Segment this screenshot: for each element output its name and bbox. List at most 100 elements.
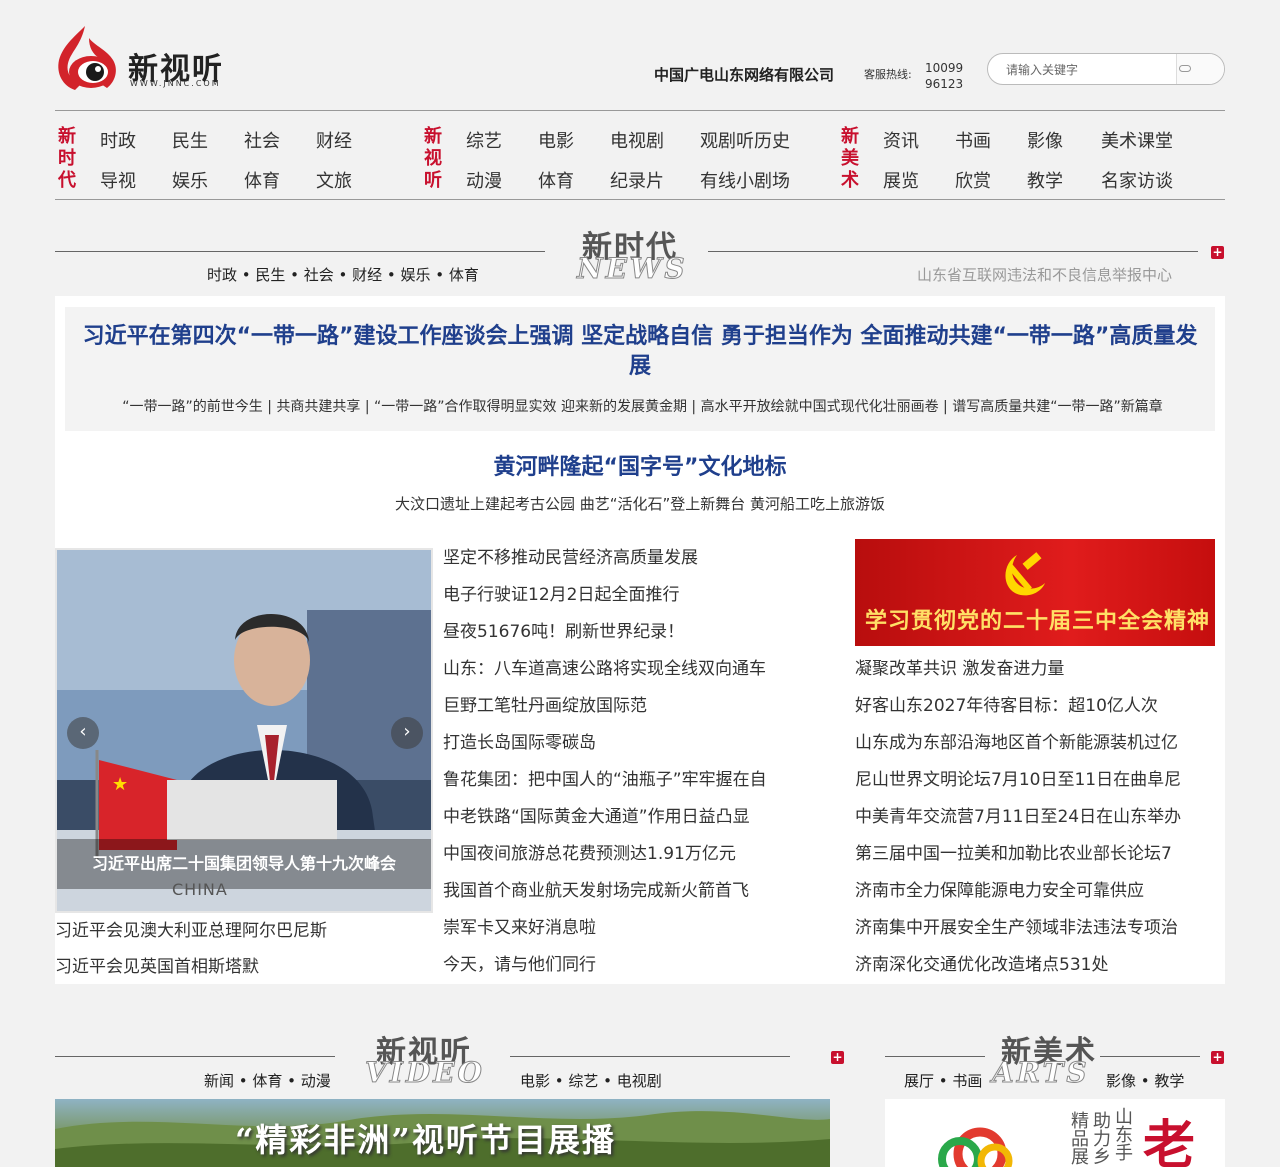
nav-item-wenlv[interactable]: 文旅 bbox=[316, 167, 352, 193]
news-section-subtitle: NEWS bbox=[577, 252, 688, 286]
news-heading-line-right bbox=[708, 251, 1198, 252]
nav-group-title-video[interactable]: 新视听 bbox=[421, 126, 445, 192]
video-heading-line-right bbox=[510, 1056, 790, 1057]
nav-item-yule[interactable]: 娱乐 bbox=[172, 167, 208, 193]
arts-more-plus-icon[interactable]: + bbox=[1211, 1051, 1224, 1064]
news-section-categories[interactable]: 时政 • 民生 • 社会 • 财经 • 娱乐 • 体育 bbox=[207, 264, 479, 285]
arts-heading-line-left bbox=[885, 1056, 985, 1057]
nav-item-tiyu[interactable]: 体育 bbox=[244, 167, 280, 193]
nav-item-meishuketang[interactable]: 美术课堂 bbox=[1101, 127, 1173, 153]
party-study-banner[interactable]: 学习贯彻党的二十届三中全会精神 bbox=[855, 539, 1215, 646]
list-item[interactable]: 山东成为东部沿海地区首个新能源装机过亿 bbox=[855, 725, 1210, 762]
nav-item-jiaoxue[interactable]: 教学 bbox=[1027, 167, 1063, 193]
nav-item-shehui[interactable]: 社会 bbox=[244, 127, 280, 153]
nav-item-dianshiju[interactable]: 电视剧 bbox=[610, 127, 664, 153]
nav-group-title-arts[interactable]: 新美术 bbox=[838, 126, 862, 192]
search-box bbox=[987, 53, 1225, 85]
arts-cats-right[interactable]: 影像 • 教学 bbox=[1106, 1070, 1184, 1091]
slider-flag-text: CHINA bbox=[172, 880, 228, 899]
middle-news-list: 坚定不移推动民营经济高质量发展 电子行驶证12月2日起全面推行 昼夜51676吨… bbox=[443, 540, 818, 984]
hotline-label: 客服热线: bbox=[864, 68, 912, 81]
top-headline[interactable]: 习近平在第四次“一带一路”建设工作座谈会上强调 坚定战略自信 勇于担当作为 全面… bbox=[75, 322, 1205, 382]
search-input[interactable] bbox=[1006, 60, 1166, 80]
nav-item-minsheng[interactable]: 民生 bbox=[172, 127, 208, 153]
video-heading-line-left bbox=[55, 1056, 335, 1057]
slider-caption[interactable]: 习近平出席二十国集团领导人第十九次峰会 bbox=[57, 839, 431, 889]
list-item[interactable]: 电子行驶证12月2日起全面推行 bbox=[443, 577, 818, 614]
arts-poster-text-3: 精品展 bbox=[1071, 1111, 1089, 1167]
logo-flame-icon bbox=[58, 26, 116, 90]
banner-text: 学习贯彻党的二十届三中全会精神 bbox=[865, 608, 1211, 634]
list-item[interactable]: 昼夜51676吨！刷新世界纪录！ bbox=[443, 614, 818, 651]
left-news-list: 习近平会见澳大利亚总理阿尔巴尼斯 习近平会见英国首相斯塔默 bbox=[55, 913, 433, 985]
nav-item-mingjiafangtan[interactable]: 名家访谈 bbox=[1101, 167, 1173, 193]
nav-item-zongyi[interactable]: 综艺 bbox=[466, 127, 502, 153]
arts-section-subtitle: ARTS bbox=[992, 1056, 1090, 1090]
nav-item-youxianxiaojuchang[interactable]: 有线小剧场 bbox=[700, 167, 790, 193]
nav-bottom-divider bbox=[55, 199, 1225, 200]
list-item[interactable]: 习近平会见英国首相斯塔默 bbox=[55, 949, 433, 985]
list-item[interactable]: 凝聚改革共识 激发奋进力量 bbox=[855, 651, 1210, 688]
nav-item-dongman[interactable]: 动漫 bbox=[466, 167, 502, 193]
hotline-numbers: 10099 96123 bbox=[925, 60, 963, 92]
video-banner-title: “精彩非洲”视听节目展播 bbox=[235, 1121, 616, 1159]
news-more-plus-icon[interactable]: + bbox=[1211, 246, 1224, 259]
list-item[interactable]: 我国首个商业航天发射场完成新火箭首飞 bbox=[443, 873, 818, 910]
photo-slider[interactable]: ★ ‹ › 习近平出席二十国集团领导人第十九次峰会 CHINA bbox=[55, 548, 433, 913]
report-center-link[interactable]: 山东省互联网违法和不良信息举报中心 bbox=[917, 264, 1172, 285]
list-item[interactable]: 中老铁路“国际黄金大通道”作用日益凸显 bbox=[443, 799, 818, 836]
company-name: 中国广电山东网络有限公司 bbox=[654, 66, 835, 84]
nav-item-zixun[interactable]: 资讯 bbox=[883, 127, 919, 153]
list-item[interactable]: 坚定不移推动民营经济高质量发展 bbox=[443, 540, 818, 577]
search-button[interactable] bbox=[1176, 54, 1224, 84]
nav-item-guanjutinglishi[interactable]: 观剧听历史 bbox=[700, 127, 790, 153]
list-item[interactable]: 中美青年交流营7月11日至24日在山东举办 bbox=[855, 799, 1210, 836]
list-item[interactable]: 今天，请与他们同行 bbox=[443, 947, 818, 984]
arts-poster-text-2: 助力乡 bbox=[1093, 1111, 1111, 1167]
nav-item-shizheng[interactable]: 时政 bbox=[100, 127, 136, 153]
nav-item-shuhua[interactable]: 书画 bbox=[955, 127, 991, 153]
list-item[interactable]: 打造长岛国际零碳岛 bbox=[443, 725, 818, 762]
list-item[interactable]: 中国夜间旅游总花费预测达1.91万亿元 bbox=[443, 836, 818, 873]
second-subline[interactable]: 大汶口遗址上建起考古公园 曲艺“活化石”登上新舞台 黄河船工吃上旅游饭 bbox=[55, 493, 1225, 514]
nav-item-jilupian[interactable]: 纪录片 bbox=[610, 167, 664, 193]
list-item[interactable]: 鲁花集团：把中国人的“油瓶子”牢牢握在自 bbox=[443, 762, 818, 799]
list-item[interactable]: 尼山世界文明论坛7月10日至11日在曲阜尼 bbox=[855, 762, 1210, 799]
right-news-list: 凝聚改革共识 激发奋进力量 好客山东2027年待客目标：超10亿人次 山东成为东… bbox=[855, 651, 1210, 984]
list-item[interactable]: 山东：八车道高速公路将实现全线双向通车 bbox=[443, 651, 818, 688]
top-subline[interactable]: “一带一路”的前世今生 | 共商共建共享 | “一带一路”合作取得明显实效 迎来… bbox=[75, 397, 1210, 418]
nav-item-tiyu-video[interactable]: 体育 bbox=[538, 167, 574, 193]
nav-item-xinshang[interactable]: 欣赏 bbox=[955, 167, 991, 193]
hotline-number-1: 10099 bbox=[925, 61, 964, 75]
video-banner[interactable]: “精彩非洲”视听节目展播 bbox=[55, 1099, 830, 1167]
svg-text:★: ★ bbox=[112, 774, 128, 795]
slider-prev-arrow-icon[interactable]: ‹ bbox=[67, 717, 99, 749]
list-item[interactable]: 第三届中国一拉美和加勒比农业部长论坛7 bbox=[855, 836, 1210, 873]
list-item[interactable]: 济南深化交通优化改造堵点531处 bbox=[855, 947, 1210, 984]
arts-poster[interactable]: 精品展 助力乡 山东手 老 bbox=[885, 1099, 1225, 1167]
nav-item-daoshi[interactable]: 导视 bbox=[100, 167, 136, 193]
arts-poster-big-char: 老 bbox=[1143, 1115, 1196, 1167]
list-item[interactable]: 巨野工笔牡丹画绽放国际范 bbox=[443, 688, 818, 725]
nav-item-dianying[interactable]: 电影 bbox=[538, 127, 574, 153]
list-item[interactable]: 崇军卡又来好消息啦 bbox=[443, 910, 818, 947]
nav-item-caijing[interactable]: 财经 bbox=[316, 127, 352, 153]
list-item[interactable]: 好客山东2027年待客目标：超10亿人次 bbox=[855, 688, 1210, 725]
slider-next-arrow-icon[interactable]: › bbox=[391, 717, 423, 749]
list-item[interactable]: 济南市全力保障能源电力安全可靠供应 bbox=[855, 873, 1210, 910]
hotline-number-2: 96123 bbox=[925, 77, 964, 91]
nav-item-yingxiang[interactable]: 影像 bbox=[1027, 127, 1063, 153]
video-cats-left[interactable]: 新闻 • 体育 • 动漫 bbox=[204, 1070, 331, 1091]
arts-cats-left[interactable]: 展厅 • 书画 bbox=[904, 1070, 982, 1091]
news-heading-line-left bbox=[55, 251, 545, 252]
arts-poster-text-1: 山东手 bbox=[1115, 1107, 1133, 1164]
video-cats-right[interactable]: 电影 • 综艺 • 电视剧 bbox=[520, 1070, 662, 1091]
list-item[interactable]: 习近平会见澳大利亚总理阿尔巴尼斯 bbox=[55, 913, 433, 949]
video-more-plus-icon[interactable]: + bbox=[831, 1051, 844, 1064]
nav-item-zhanlan[interactable]: 展览 bbox=[883, 167, 919, 193]
second-headline[interactable]: 黄河畔隆起“国字号”文化地标 bbox=[55, 449, 1225, 481]
logo-url: WWW.JNNC.COM bbox=[130, 79, 221, 88]
nav-group-title-news[interactable]: 新时代 bbox=[55, 126, 79, 192]
arts-heading-line-right bbox=[1100, 1056, 1200, 1057]
list-item[interactable]: 济南集中开展安全生产领域非法违法专项治 bbox=[855, 910, 1210, 947]
